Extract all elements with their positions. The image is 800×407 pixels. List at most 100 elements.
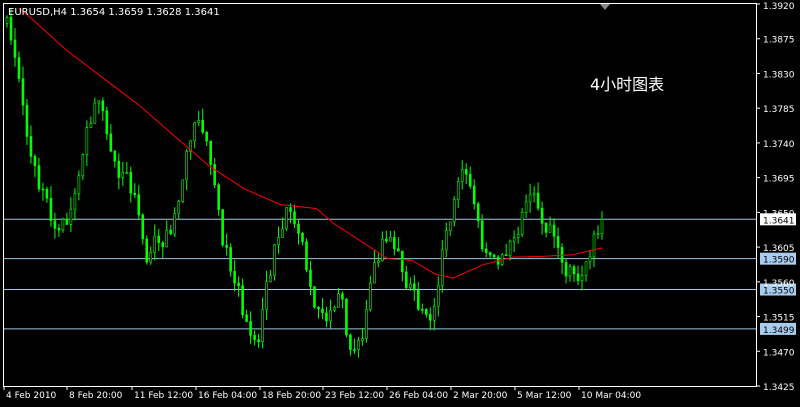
candle-body — [401, 250, 404, 273]
candle-body — [428, 314, 432, 321]
candle-body — [544, 222, 548, 233]
candle-body — [185, 151, 188, 181]
candle-body — [492, 254, 496, 258]
candle-body — [25, 104, 29, 137]
candle-body — [548, 224, 552, 233]
candle-body — [484, 248, 488, 253]
candle-body — [504, 254, 508, 256]
candle-body — [444, 230, 448, 251]
price-chart[interactable]: 1.36411.35901.35501.3499 1.3920 1.3875 1.3… — [0, 0, 800, 403]
y-tick-label: 1.3425 — [763, 383, 795, 393]
candle-body — [65, 218, 69, 225]
candle-body — [365, 309, 368, 339]
candle-body — [153, 235, 157, 253]
candle-body — [257, 339, 260, 343]
candle-body — [137, 194, 141, 216]
candle-body — [17, 57, 21, 79]
candle-body — [436, 284, 440, 307]
candle-body — [53, 220, 57, 229]
candle-body — [556, 236, 560, 248]
candles-group — [5, 9, 604, 358]
candle-body — [237, 282, 240, 286]
candle-body — [333, 307, 336, 311]
candle-body — [317, 306, 320, 310]
candle-body — [193, 122, 196, 142]
candle-body — [301, 232, 304, 243]
candle-body — [353, 349, 356, 351]
candle-body — [89, 123, 93, 128]
candle-body — [133, 192, 137, 195]
candle-body — [169, 229, 173, 235]
candle-body — [369, 282, 372, 310]
candle-body — [289, 207, 292, 212]
y-tick-label: 1.3830 — [763, 70, 795, 80]
candle-body — [233, 270, 236, 284]
horizontal-lines-group: 1.36411.35901.35501.3499 — [4, 213, 796, 336]
candle-body — [165, 229, 169, 248]
candle-body — [293, 211, 296, 225]
candle-body — [129, 172, 133, 194]
x-tick-label: 2 Mar 20:00 — [453, 391, 508, 401]
x-tick-label: 16 Feb 04:00 — [198, 391, 257, 401]
candle-body — [93, 102, 97, 124]
candle-body — [357, 340, 360, 351]
candle-body — [37, 165, 41, 190]
candle-body — [341, 293, 344, 300]
price-tag-label: 1.3590 — [763, 256, 795, 266]
candle-body — [297, 223, 300, 234]
candle-body — [540, 207, 544, 224]
shift-marker-icon[interactable] — [600, 4, 610, 10]
x-tick-label: 4 Feb 2010 — [6, 391, 57, 401]
candle-body — [468, 173, 472, 187]
chart-window[interactable]: 1.3641 1.3590 1.3550 1.3499 1.3920 1.3875 1.3… — [0, 0, 800, 403]
candle-body — [472, 185, 476, 205]
candle-body — [125, 172, 129, 174]
candle-body — [361, 338, 364, 341]
candle-body — [440, 249, 444, 286]
candle-body — [273, 244, 276, 276]
candle-body — [85, 127, 89, 155]
candle-body — [476, 203, 480, 222]
candle-body — [197, 120, 200, 124]
y-tick-label: 1.3515 — [763, 314, 795, 324]
candle-body — [253, 334, 256, 340]
candle-body — [73, 193, 77, 210]
candle-body — [245, 314, 248, 322]
candle-body — [448, 221, 452, 231]
candle-body — [29, 136, 33, 157]
candle-body — [337, 293, 340, 308]
candle-body — [564, 262, 568, 277]
candle-body — [389, 237, 392, 242]
candle-body — [600, 219, 604, 234]
candle-body — [57, 228, 61, 231]
y-tick-label: 1.3650 — [763, 209, 795, 219]
candle-body — [33, 156, 37, 166]
candle-body — [41, 188, 45, 191]
x-tick-label: 8 Feb 20:00 — [69, 391, 123, 401]
candle-body — [516, 234, 520, 238]
candle-body — [592, 233, 596, 258]
candle-body — [49, 198, 53, 222]
candle-body — [149, 252, 153, 263]
candle-body — [285, 207, 288, 230]
candle-body — [113, 150, 117, 162]
candle-body — [325, 312, 328, 322]
candle-body — [241, 285, 244, 316]
candle-body — [580, 275, 584, 281]
candle-body — [269, 275, 272, 283]
y-tick-label: 1.3920 — [763, 2, 795, 12]
candle-body — [221, 209, 224, 246]
candle-body — [480, 220, 484, 250]
candle-body — [177, 201, 181, 215]
y-tick-label: 1.3740 — [763, 140, 795, 150]
candle-body — [572, 266, 576, 275]
x-tick-label: 26 Feb 04:00 — [389, 391, 448, 401]
candle-body — [424, 309, 428, 315]
y-tick-label: 1.3470 — [763, 348, 795, 358]
candle-body — [217, 184, 220, 210]
candle-body — [532, 192, 536, 196]
y-tick-label: 1.3785 — [763, 105, 795, 115]
y-tick-label: 1.3605 — [763, 244, 795, 254]
candle-body — [105, 110, 109, 135]
candle-body — [261, 309, 264, 343]
